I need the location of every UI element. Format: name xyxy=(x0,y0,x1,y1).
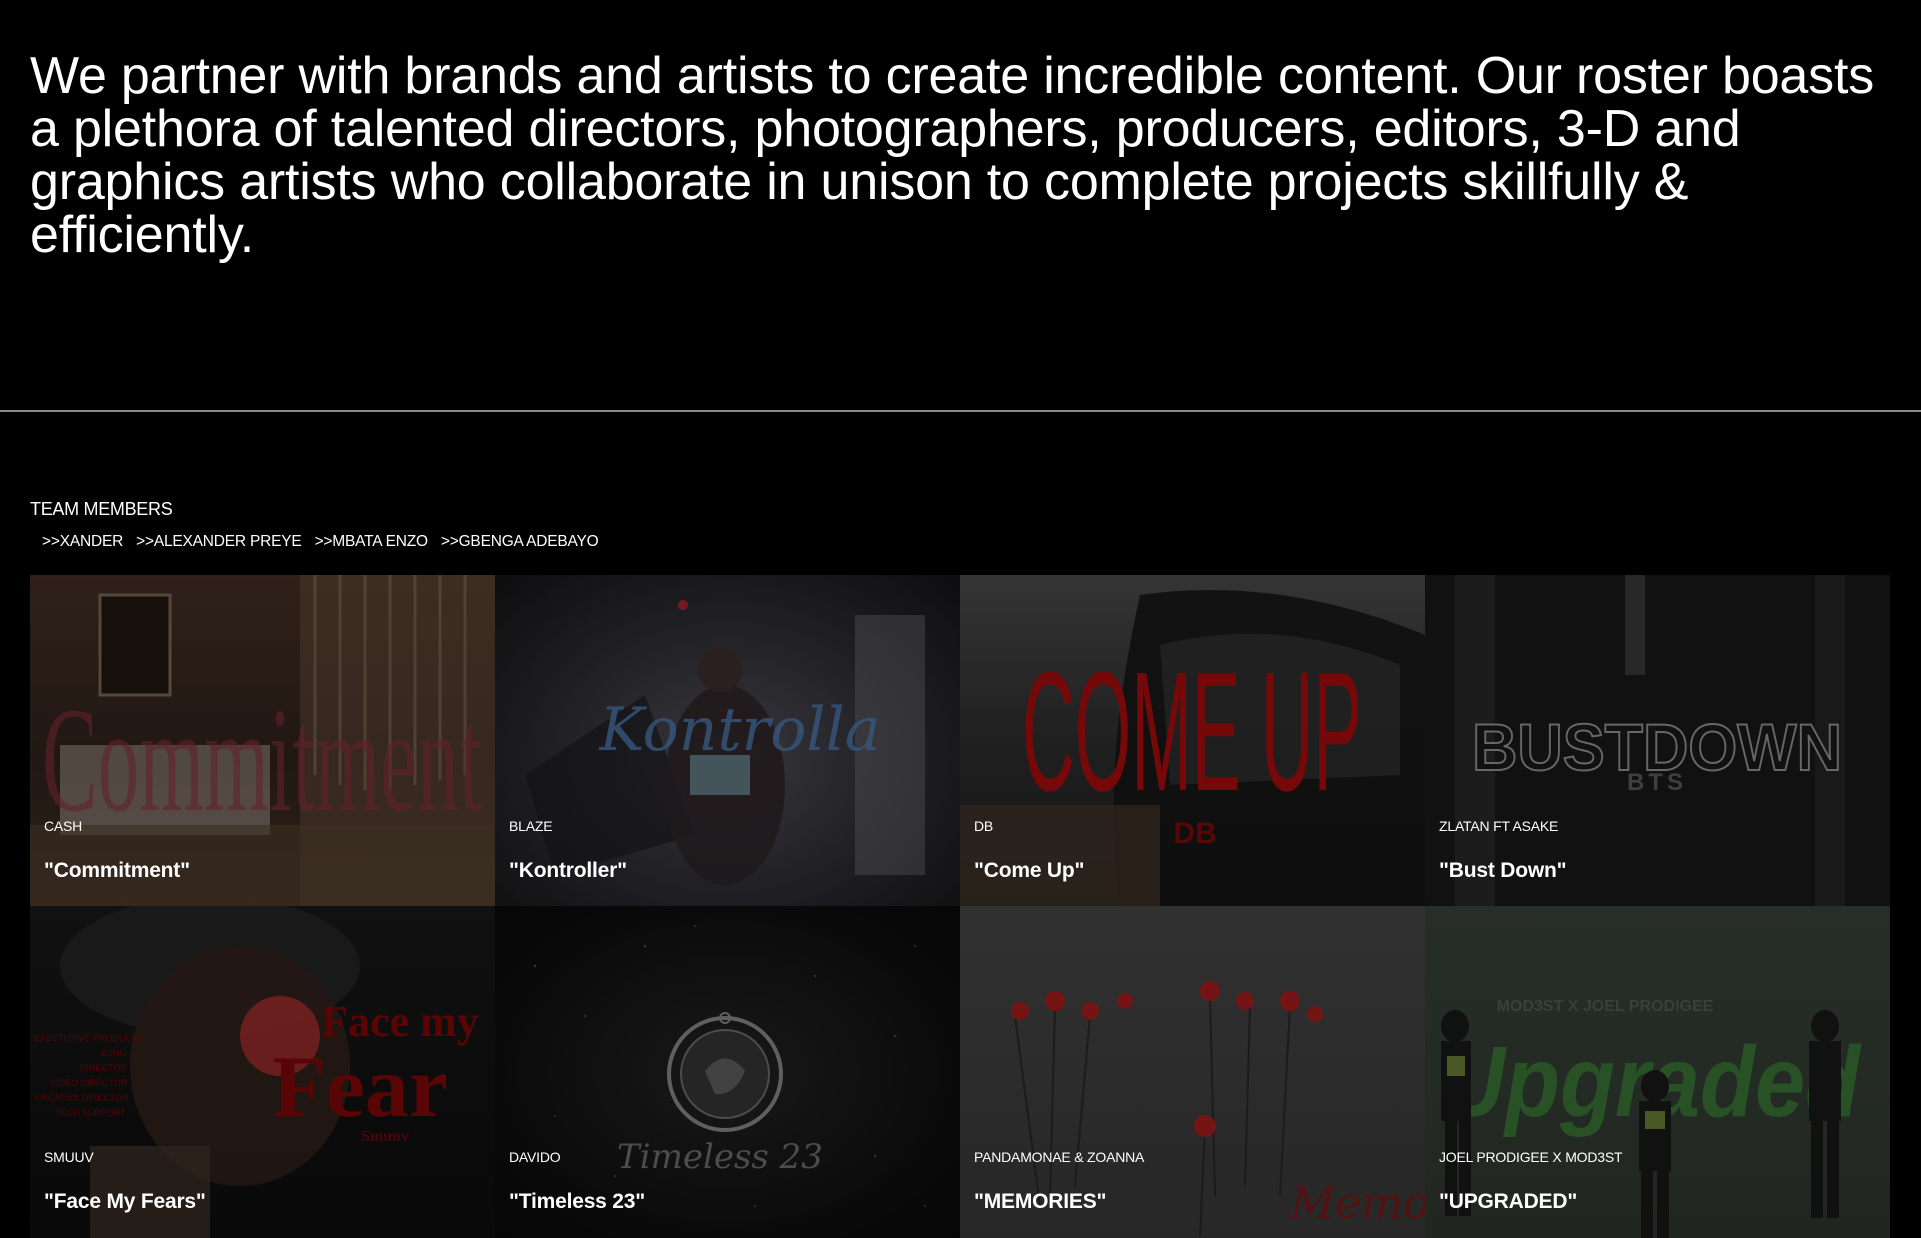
project-title: "Face My Fears" xyxy=(44,1190,206,1213)
project-card-come-up[interactable]: COME UP DB DB "Come Up" xyxy=(960,575,1425,906)
project-card-bust-down[interactable]: BUSTDOWN BTS ZLATAN FT ASAKE "Bust Down" xyxy=(1425,575,1890,906)
project-artist: JOEL PRODIGEE X MOD3ST xyxy=(1439,1149,1623,1165)
project-title: "Kontroller" xyxy=(509,859,627,882)
project-title: "UPGRADED" xyxy=(1439,1190,1578,1213)
project-card-upgraded[interactable]: MOD3ST X JOEL PRODIGEE Upgraded JOEL PRO… xyxy=(1425,906,1890,1238)
project-title: "Bust Down" xyxy=(1439,859,1567,882)
project-artist: BLAZE xyxy=(509,818,553,834)
project-card-kontroller[interactable]: Kontrolla BLAZE "Kontroller" xyxy=(495,575,960,906)
section-divider xyxy=(0,410,1921,412)
project-title: "Come Up" xyxy=(974,859,1085,882)
team-member-link-xander[interactable]: >>XANDER xyxy=(42,533,123,551)
project-card-timeless-23[interactable]: Timeless 23 DAVIDO "Timeless 23" xyxy=(495,906,960,1238)
team-members-heading: TEAM MEMBERS xyxy=(30,499,173,519)
project-artist: CASH xyxy=(44,818,83,834)
team-member-link-alexander-preye[interactable]: >>ALEXANDER PREYE xyxy=(136,533,302,551)
team-member-link-mbata-enzo[interactable]: >>MBATA ENZO xyxy=(315,533,429,551)
project-artist: DAVIDO xyxy=(509,1149,561,1165)
project-card-memories[interactable]: Memor PANDAMONAE & ZOANNA "MEMORIES" xyxy=(960,906,1425,1238)
project-artist: DB xyxy=(974,818,994,834)
team-member-link-gbenga-adebayo[interactable]: >>GBENGA ADEBAYO xyxy=(441,533,599,551)
intro-statement: We partner with brands and artists to cr… xyxy=(30,47,1874,264)
project-card-face-my-fears[interactable]: EXECTUTIVE PRODUCER SONG DIRECTOR VIDEO … xyxy=(30,906,495,1238)
project-card-commitment[interactable]: Commitment CASH "Commitment" xyxy=(30,575,495,906)
project-artist: ZLATAN FT ASAKE xyxy=(1439,818,1559,834)
projects-grid: Commitment CASH "Commitment" Kontrolla B… xyxy=(30,575,1890,1238)
project-title: "Commitment" xyxy=(44,859,190,882)
project-artist: SMUUV xyxy=(44,1149,94,1165)
project-title: "MEMORIES" xyxy=(974,1190,1107,1213)
project-artist: PANDAMONAE & ZOANNA xyxy=(974,1149,1145,1165)
team-members-nav: >>XANDER >>ALEXANDER PREYE >>MBATA ENZO … xyxy=(42,533,599,551)
project-title: "Timeless 23" xyxy=(509,1190,646,1213)
